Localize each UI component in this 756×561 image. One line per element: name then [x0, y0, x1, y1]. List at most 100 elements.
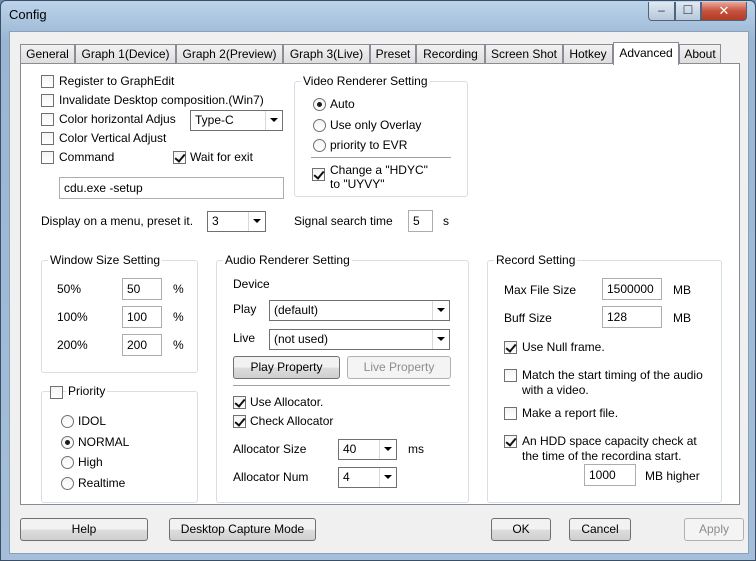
signal-search-label: Signal search time	[294, 214, 393, 228]
allocator-num-combo[interactable]: 4	[338, 467, 397, 488]
max-file-size-label: Max File Size	[504, 283, 577, 297]
chevron-down-icon	[379, 468, 396, 487]
change-hdyc-line1: Change a "HDYC"	[330, 163, 428, 177]
allocator-num-label: Allocator Num	[233, 470, 309, 484]
tab-about[interactable]: About	[679, 44, 721, 64]
record-setting-group: Record Setting Max File Size 1500000 MB …	[487, 253, 722, 503]
desktop-capture-mode-button[interactable]: Desktop Capture Mode	[169, 518, 316, 541]
change-hdyc-checkbox[interactable]	[312, 168, 325, 181]
size-50-label: 50%	[57, 282, 82, 296]
size-100-input[interactable]: 100	[122, 306, 162, 328]
max-file-size-input[interactable]: 1500000	[602, 278, 662, 300]
register-graphedit-checkbox[interactable]	[41, 75, 54, 88]
display-menu-combo[interactable]: 3	[207, 211, 266, 232]
audio-live-combo[interactable]: (not used)	[269, 329, 450, 350]
command-checkbox[interactable]	[41, 151, 54, 164]
video-overlay-radio[interactable]	[313, 119, 326, 132]
color-horizontal-checkbox[interactable]	[41, 113, 54, 126]
audio-separator	[233, 385, 450, 386]
tab-hotkey[interactable]: Hotkey	[563, 44, 613, 64]
video-renderer-title: Video Renderer Setting	[301, 74, 430, 88]
minimize-button[interactable]: –	[648, 2, 675, 21]
priority-realtime-radio[interactable]	[61, 477, 74, 490]
match-start-line2: with a video.	[522, 383, 589, 397]
buff-size-input[interactable]: 128	[602, 306, 662, 328]
video-separator	[311, 157, 451, 158]
tab-graph1-device[interactable]: Graph 1(Device)	[75, 44, 176, 64]
hdd-check-checkbox[interactable]	[504, 435, 517, 448]
allocator-size-combo[interactable]: 40	[338, 439, 397, 460]
audio-renderer-group: Audio Renderer Setting Device Play (defa…	[216, 253, 469, 503]
cancel-button[interactable]: Cancel	[569, 518, 631, 541]
tab-graph3-live[interactable]: Graph 3(Live)	[283, 44, 370, 64]
priority-normal-radio[interactable]	[61, 436, 74, 449]
priority-high-radio[interactable]	[61, 456, 74, 469]
tab-general[interactable]: General	[20, 44, 75, 64]
priority-title: Priority	[66, 384, 108, 398]
tab-advanced[interactable]: Advanced	[613, 42, 679, 65]
use-null-frame-label: Use Null frame.	[522, 340, 605, 354]
allocator-size-unit: ms	[408, 442, 424, 456]
close-button[interactable]: ✕	[701, 2, 747, 21]
check-allocator-checkbox[interactable]	[233, 415, 246, 428]
window-size-group: Window Size Setting 50% 50 % 100% 100 % …	[41, 253, 198, 373]
use-null-frame-checkbox[interactable]	[504, 341, 517, 354]
color-horizontal-combo[interactable]: Type-C	[190, 110, 283, 131]
video-evr-radio[interactable]	[313, 139, 326, 152]
allocator-size-label: Allocator Size	[233, 442, 307, 456]
invalidate-desktop-checkbox[interactable]	[41, 94, 54, 107]
priority-idol-radio[interactable]	[61, 415, 74, 428]
help-button[interactable]: Help	[20, 518, 148, 541]
ok-button[interactable]: OK	[491, 518, 551, 541]
tab-recording[interactable]: Recording	[416, 44, 485, 64]
hdd-check-line2: the time of the recordina start.	[522, 449, 682, 461]
signal-search-input[interactable]: 5	[408, 210, 433, 232]
allocator-size-value: 40	[343, 442, 357, 456]
maximize-button[interactable]: ☐	[675, 2, 701, 21]
audio-play-label: Play	[233, 302, 257, 316]
invalidate-desktop-label: Invalidate Desktop composition.(Win7)	[59, 93, 264, 107]
command-label: Command	[59, 150, 115, 164]
advanced-tab-panel: Register to GraphEdit Invalidate Desktop…	[20, 63, 740, 505]
color-vertical-label: Color Vertical Adjust	[59, 131, 167, 145]
config-window: Config – ☐ ✕ General Graph 1(Device) Gra…	[0, 0, 756, 561]
chevron-down-icon	[432, 330, 449, 349]
use-allocator-checkbox[interactable]	[233, 396, 246, 409]
priority-checkbox[interactable]	[50, 386, 63, 399]
command-input[interactable]: cdu.exe -setup	[59, 177, 284, 199]
color-vertical-checkbox[interactable]	[41, 132, 54, 145]
video-auto-radio[interactable]	[313, 98, 326, 111]
color-horizontal-label: Color horizontal Adjus	[59, 112, 176, 126]
audio-play-combo[interactable]: (default)	[269, 300, 450, 321]
report-file-checkbox[interactable]	[504, 407, 517, 420]
buff-size-unit: MB	[673, 311, 691, 325]
priority-realtime-label: Realtime	[78, 476, 126, 490]
record-setting-title: Record Setting	[494, 253, 578, 267]
size-50-input[interactable]: 50	[122, 278, 162, 300]
live-property-button[interactable]: Live Property	[347, 356, 451, 379]
change-hdyc-line2: to "UYVY"	[330, 177, 385, 191]
video-auto-label: Auto	[330, 97, 355, 111]
wait-for-exit-checkbox[interactable]	[173, 151, 186, 164]
size-50-unit: %	[173, 282, 184, 296]
max-file-size-unit: MB	[673, 283, 691, 297]
hdd-space-input[interactable]: 1000	[584, 464, 636, 486]
register-graphedit-label: Register to GraphEdit	[59, 74, 175, 88]
tab-preset[interactable]: Preset	[370, 44, 416, 64]
play-property-button[interactable]: Play Property	[233, 356, 340, 379]
title-bar[interactable]: Config – ☐ ✕	[1, 1, 755, 31]
apply-button[interactable]: Apply	[684, 518, 744, 541]
dialog-client-area: General Graph 1(Device) Graph 2(Preview)…	[9, 31, 749, 554]
audio-renderer-title: Audio Renderer Setting	[223, 253, 352, 267]
audio-device-label: Device	[233, 277, 270, 291]
tab-graph2-preview[interactable]: Graph 2(Preview)	[176, 44, 283, 64]
match-start-line1: Match the start timing of the audio	[522, 368, 703, 382]
size-200-input[interactable]: 200	[122, 334, 162, 356]
chevron-down-icon	[265, 111, 282, 130]
tab-screen-shot[interactable]: Screen Shot	[485, 44, 563, 64]
wait-for-exit-label: Wait for exit	[190, 150, 253, 164]
chevron-down-icon	[379, 440, 396, 459]
match-start-checkbox[interactable]	[504, 369, 517, 382]
audio-play-value: (default)	[274, 303, 319, 317]
size-200-unit: %	[173, 338, 184, 352]
